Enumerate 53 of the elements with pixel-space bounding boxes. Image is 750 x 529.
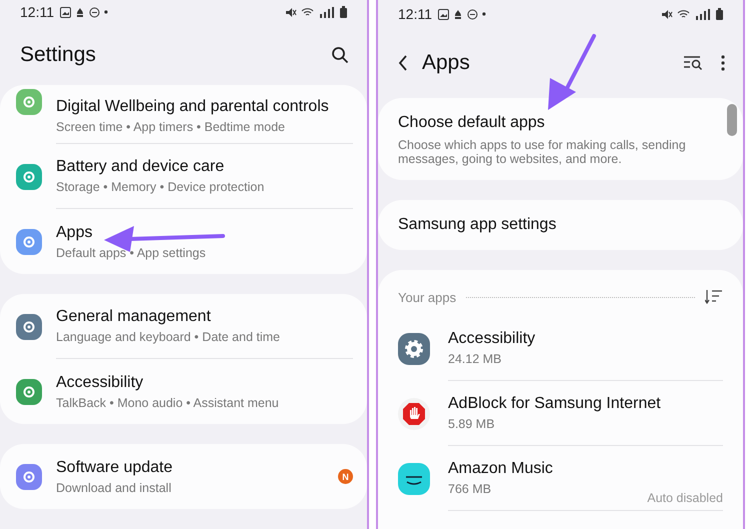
app-size: 5.89 MB <box>448 417 496 431</box>
default-apps-card[interactable]: Choose default apps Choose which apps to use for making calls, sending messages, going to websites, and more. <box>378 98 743 180</box>
setting-title[interactable]: Software update <box>56 458 324 476</box>
scrollbar-thumb[interactable] <box>727 104 737 136</box>
filter-search-icon[interactable] <box>683 55 703 71</box>
hand-stop-icon <box>398 398 430 430</box>
setting-subtitle: TalkBack • Mono audio • Assistant menu <box>56 396 280 410</box>
setting-title[interactable]: General management <box>56 308 353 326</box>
sort-icon[interactable] <box>705 289 723 305</box>
more-options-icon[interactable] <box>721 55 725 71</box>
mute-icon <box>661 8 673 20</box>
back-icon[interactable] <box>398 55 408 71</box>
gallery-icon <box>60 6 71 18</box>
app-name[interactable]: Amazon Music <box>448 460 723 478</box>
setting-subtitle: Screen time • App timers • Bedtime mode <box>56 120 286 134</box>
wifi-icon <box>677 8 690 20</box>
dot-icon <box>104 10 108 14</box>
section-heading: Your apps <box>398 290 456 304</box>
status-time: 12:11 <box>398 6 432 22</box>
samsung-app-settings-card[interactable]: Samsung app settings <box>378 200 743 250</box>
status-time: 12:11 <box>20 4 54 20</box>
setting-title[interactable]: Apps <box>56 224 353 242</box>
screen-title: Apps <box>422 51 471 75</box>
wifi-icon <box>301 6 314 18</box>
app-status: Auto disabled <box>647 491 723 505</box>
signal-icon <box>318 6 336 18</box>
do-not-disturb-icon <box>89 6 100 18</box>
setting-title: Samsung app settings <box>398 216 556 234</box>
app-name[interactable]: AdBlock for Samsung Internet <box>448 395 723 413</box>
gear-icon <box>398 332 430 364</box>
setting-description: Choose which apps to use for making calls, sending messages, going to websites, and more. <box>398 138 687 166</box>
signal-icon <box>694 8 712 20</box>
setting-title: Choose default apps <box>398 114 546 132</box>
dot-icon <box>482 12 486 16</box>
app-name[interactable]: Accessibility <box>448 330 723 348</box>
setting-title[interactable]: Battery and device care <box>56 158 353 176</box>
screen-title: Settings <box>20 42 97 67</box>
mute-icon <box>285 6 297 18</box>
setting-subtitle: Download and install <box>56 480 172 494</box>
setting-title[interactable]: Accessibility <box>56 374 353 392</box>
setting-subtitle: Default apps • App settings <box>56 246 207 260</box>
music-app-icon <box>398 462 430 494</box>
app-size: 766 MB <box>448 482 492 496</box>
setting-subtitle: Storage • Memory • Device protection <box>56 180 266 194</box>
setting-title[interactable]: Digital Wellbeing and parental controls <box>56 98 353 116</box>
do-not-disturb-icon <box>467 8 478 20</box>
battery-icon <box>340 6 347 18</box>
notification-badge: N <box>338 469 353 484</box>
app-size: 24.12 MB <box>448 352 503 366</box>
battery-icon <box>716 8 723 20</box>
search-icon[interactable] <box>331 46 349 64</box>
gallery-icon <box>438 8 449 20</box>
setting-subtitle: Language and keyboard • Date and time <box>56 330 281 344</box>
